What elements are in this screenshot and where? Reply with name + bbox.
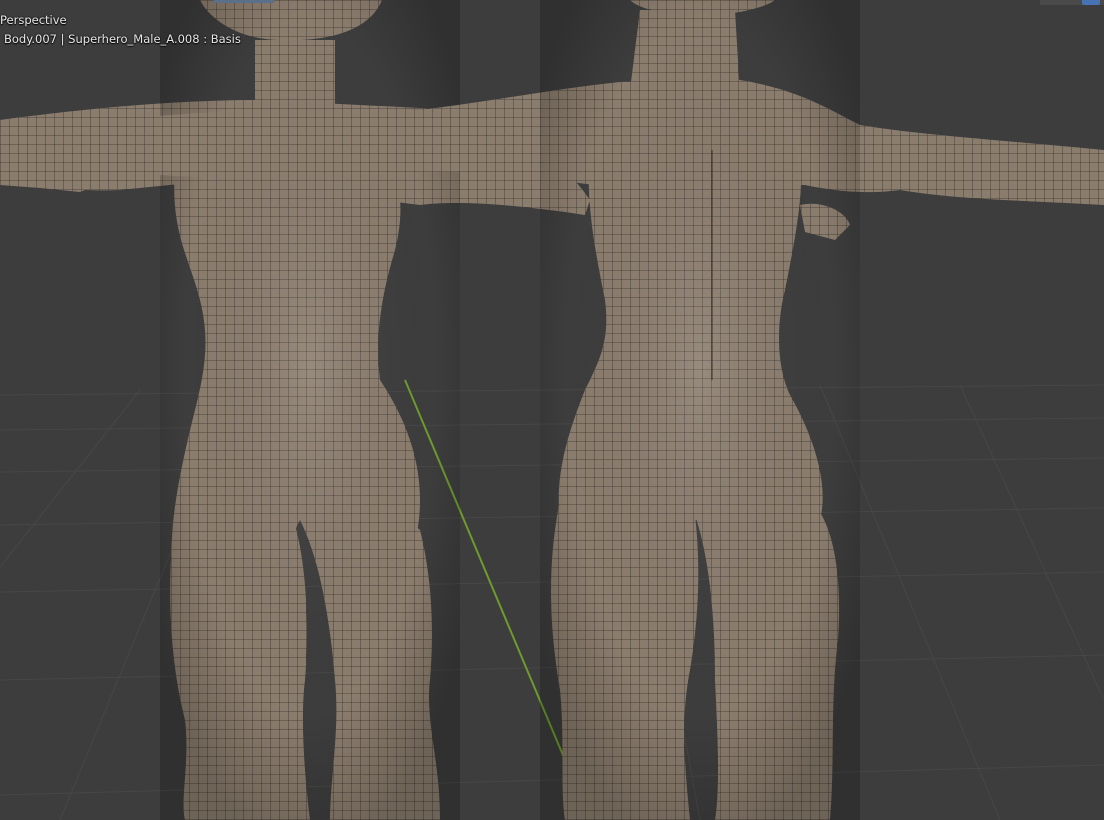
3d-viewport[interactable]: Perspective Body.007 | Superhero_Male_A.…: [0, 0, 1104, 820]
viewport-toggle-icon[interactable]: [1082, 0, 1100, 5]
viewport-scene[interactable]: [0, 0, 1104, 820]
view-mode-label: Perspective: [0, 13, 67, 27]
object-info-label: Body.007 | Superhero_Male_A.008 : Basis: [4, 32, 241, 46]
header-tab-indicator: [214, 0, 274, 3]
